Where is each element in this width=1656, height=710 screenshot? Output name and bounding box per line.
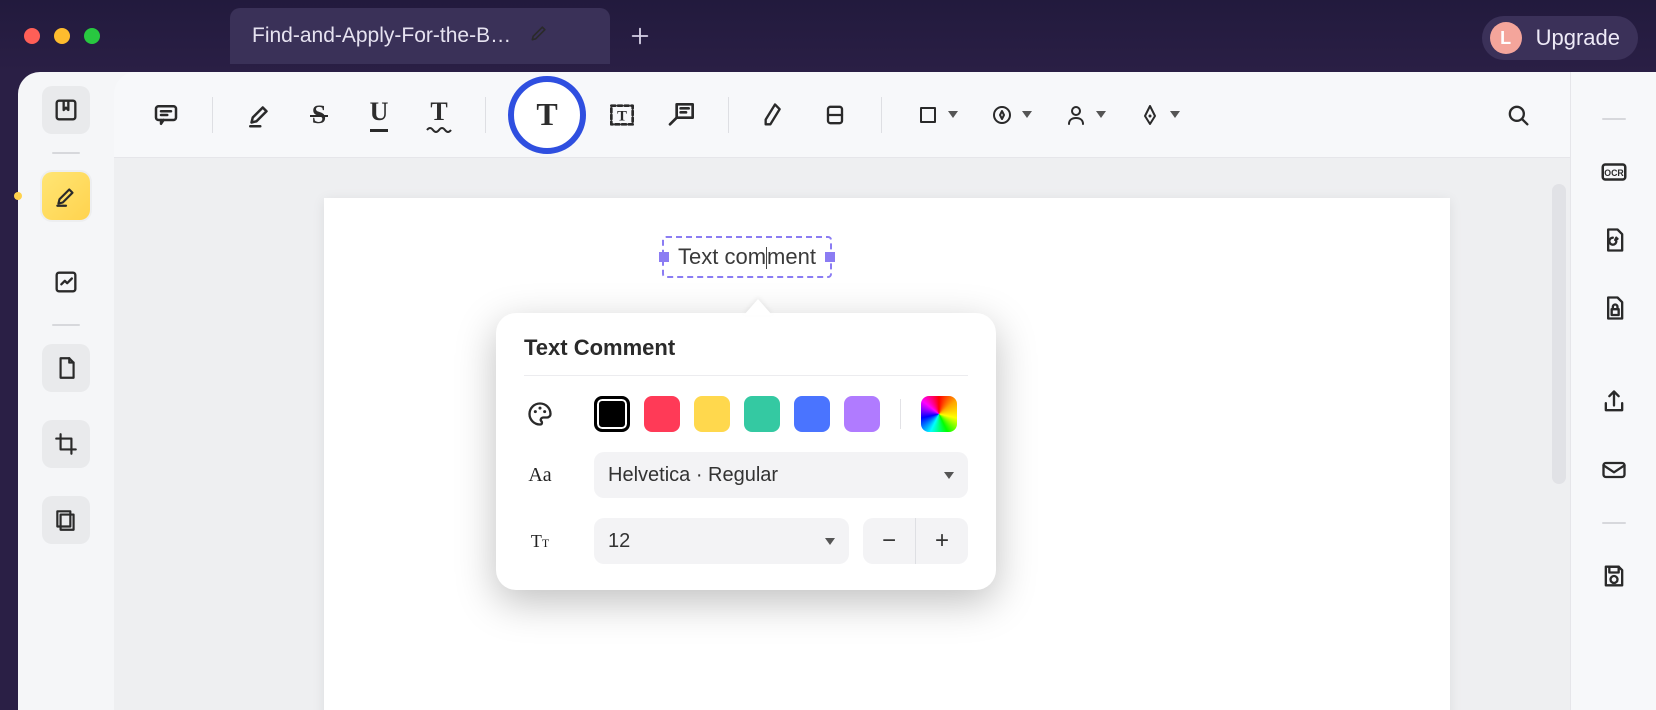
save-button[interactable] [1590,552,1638,600]
mail-button[interactable] [1590,446,1638,494]
font-size-select[interactable]: 12 [594,518,849,564]
font-size-stepper: − + [863,518,968,564]
avatar[interactable]: L [1490,22,1522,54]
sidebar-pages[interactable] [42,496,90,544]
color-custom[interactable] [921,396,957,432]
toolbar-divider [212,97,213,133]
protect-button[interactable] [1590,284,1638,332]
document-viewport[interactable]: Text comment Text Comment [114,158,1570,710]
sidebar-right: OCR [1570,72,1656,710]
sidebar-bookmarks[interactable] [42,86,90,134]
callout-tool-button[interactable] [658,91,706,139]
strikethrough-tool-button[interactable]: S [295,91,343,139]
font-size-increase[interactable]: + [916,518,968,564]
close-window-button[interactable] [24,28,40,44]
center-column: S U T T T [114,72,1570,710]
toolbar-divider [485,97,486,133]
convert-button[interactable] [1590,216,1638,264]
sidebar-freehand[interactable] [42,258,90,306]
chevron-down-icon [1096,111,1106,118]
color-purple[interactable] [844,396,880,432]
chevron-down-icon [944,472,954,479]
font-select-label: Helvetica · Regular [608,464,778,487]
text-comment-popover: Text Comment A [496,313,996,590]
font-icon: Aa [524,464,556,487]
highlight-tool-button[interactable] [235,91,283,139]
signature-tool-button[interactable] [1052,91,1114,139]
squiggly-tool-button[interactable]: T [415,91,463,139]
shape-tool-button[interactable] [904,91,966,139]
color-row [524,396,968,432]
color-yellow[interactable] [694,396,730,432]
avatar-initial: L [1500,28,1511,49]
size-row: TT 12 − + [524,518,968,564]
font-select[interactable]: Helvetica · Regular [594,452,968,498]
svg-text:OCR: OCR [1604,168,1624,178]
sidebar-crop[interactable] [42,420,90,468]
font-size-value: 12 [608,530,630,553]
search-button[interactable] [1494,91,1542,139]
text-comment-tool-button[interactable]: T [508,76,586,154]
sidebar-separator [52,324,80,326]
resize-handle-left[interactable] [659,252,669,262]
text-comment-value: Text comment [678,244,816,269]
chevron-down-icon [1022,111,1032,118]
maximize-window-button[interactable] [84,28,100,44]
text-cursor [766,247,767,269]
minimize-window-button[interactable] [54,28,70,44]
ink-sign-tool-button[interactable] [1126,91,1188,139]
toolbar-divider [728,97,729,133]
app-frame: S U T T T [18,72,1656,710]
titlebar: Find-and-Apply-For-the-B… L Upgrade [0,0,1656,72]
sidebar-highlight[interactable] [42,172,90,220]
resize-handle-right[interactable] [825,252,835,262]
font-size-decrease[interactable]: − [863,518,915,564]
format-toolbar: S U T T T [114,72,1570,158]
pencil-tool-button[interactable] [751,91,799,139]
sidebar-separator [1602,522,1626,524]
ocr-button[interactable]: OCR [1590,148,1638,196]
underline-tool-button[interactable]: U [355,91,403,139]
toolbar-divider [881,97,882,133]
new-tab-button[interactable] [616,12,664,60]
eraser-tool-button[interactable] [811,91,859,139]
sidebar-page-edit[interactable] [42,344,90,392]
document-tab[interactable]: Find-and-Apply-For-the-B… [230,8,610,64]
svg-text:T: T [617,108,627,124]
text-comment-annotation[interactable]: Text comment [662,236,832,278]
textbox-tool-button[interactable]: T [598,91,646,139]
color-teal[interactable] [744,396,780,432]
document-tab-title: Find-and-Apply-For-the-B… [252,24,511,48]
stamp-tool-button[interactable] [978,91,1040,139]
swatch-separator [900,399,901,429]
upgrade-button[interactable]: Upgrade [1536,25,1620,51]
sidebar-separator [1602,118,1626,120]
popover-title: Text Comment [524,335,968,376]
rename-tab-icon[interactable] [529,23,549,49]
share-button[interactable] [1590,378,1638,426]
color-blue[interactable] [794,396,830,432]
font-size-icon: TT [524,531,556,552]
comment-tool-button[interactable] [142,91,190,139]
color-black[interactable] [594,396,630,432]
color-red[interactable] [644,396,680,432]
account-area: L Upgrade [1482,16,1638,60]
chevron-down-icon [1170,111,1180,118]
window-controls [24,28,100,44]
vertical-scrollbar[interactable] [1552,184,1566,484]
chevron-down-icon [948,111,958,118]
sidebar-left [18,72,114,710]
font-row: Aa Helvetica · Regular [524,452,968,498]
palette-icon [524,400,556,428]
chevron-down-icon [825,538,835,545]
sidebar-separator [52,152,80,154]
